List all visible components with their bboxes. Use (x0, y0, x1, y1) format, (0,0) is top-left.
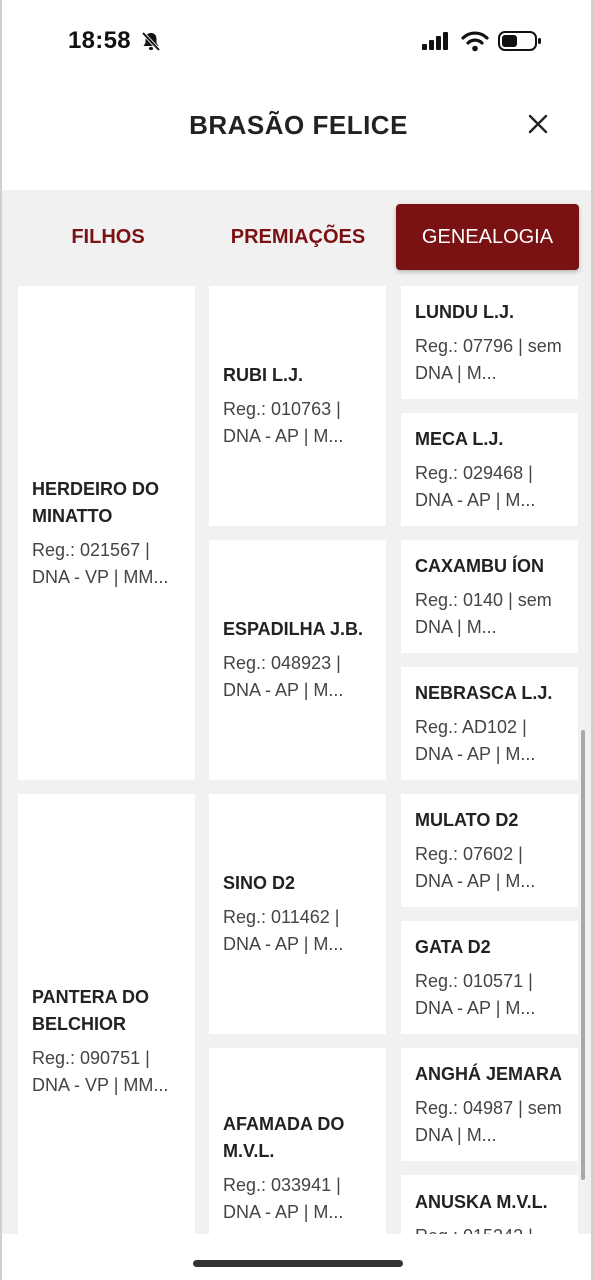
animal-name: ESPADILHA J.B. (223, 619, 364, 639)
animal-info: Reg.: 04987 | sem DNA | M... (415, 1097, 562, 1145)
genealogy-tree[interactable]: HERDEIRO DO MINATTO Reg.: 021567 | DNA -… (2, 286, 591, 1234)
grandparent-card[interactable]: ESPADILHA J.B. Reg.: 048923 | DNA - AP |… (209, 540, 386, 780)
animal-name: ANGHÁ JEMARA (415, 1063, 563, 1084)
animal-info: Reg.: 021567 | DNA - VP | MM... (32, 539, 169, 587)
animal-name: NEBRASCA L.J. (415, 682, 553, 703)
app-frame: 18:58 BRASÃO FELICE FILHOS PREMIAÇÕES GE… (0, 0, 593, 1280)
great-grandparent-card[interactable]: NEBRASCA L.J. Reg.: AD102 | DNA - AP | M… (401, 667, 578, 780)
parent-card[interactable]: PANTERA DO BELCHIOR Reg.: 090751 | DNA -… (18, 794, 195, 1234)
bell-muted-icon (140, 30, 162, 52)
great-grandparent-card[interactable]: MECA L.J. Reg.: 029468 | DNA - AP | M... (401, 413, 578, 526)
parent-card[interactable]: HERDEIRO DO MINATTO Reg.: 021567 | DNA -… (18, 286, 195, 780)
grandparent-card[interactable]: RUBI L.J. Reg.: 010763 | DNA - AP | M... (209, 286, 386, 526)
close-button[interactable] (522, 108, 554, 140)
animal-name: HERDEIRO DO MINATTO (32, 478, 160, 526)
grandparent-card[interactable]: AFAMADA DO M.V.L. Reg.: 033941 | DNA - A… (209, 1048, 386, 1234)
animal-info: Reg.: 015242 | DNA - AP | M... (415, 1223, 564, 1234)
great-grandparent-card[interactable]: LUNDU L.J. Reg.: 07796 | sem DNA | M... (401, 286, 578, 399)
great-grandparent-card[interactable]: ANUSKA M.V.L. Reg.: 015242 | DNA - AP | … (401, 1175, 578, 1234)
wifi-icon (461, 30, 489, 57)
animal-name: RUBI L.J. (223, 365, 304, 385)
tab-filhos[interactable]: FILHOS (20, 204, 196, 270)
animal-info: Reg.: 011462 | DNA - AP | M... (223, 907, 344, 954)
vertical-scrollbar[interactable] (581, 730, 585, 1180)
tab-premiacoes[interactable]: PREMIAÇÕES (210, 204, 386, 270)
status-bar: 18:58 (2, 0, 591, 84)
animal-name: ANUSKA M.V.L. (415, 1192, 548, 1212)
animal-name: LUNDU L.J. (415, 301, 514, 322)
status-time: 18:58 (68, 27, 131, 54)
grandparent-card[interactable]: SINO D2 Reg.: 011462 | DNA - AP | M... (209, 794, 386, 1034)
animal-name: PANTERA DO BELCHIOR (32, 986, 149, 1034)
animal-name: MECA L.J. (415, 428, 504, 449)
animal-info: Reg.: 07796 | sem DNA | M... (415, 335, 562, 383)
animal-info: Reg.: 048923 | DNA - AP | M... (223, 653, 344, 700)
great-grandparent-card[interactable]: CAXAMBU ÍON Reg.: 0140 | sem DNA | M... (401, 540, 578, 653)
battery-icon (498, 30, 542, 57)
home-indicator[interactable] (193, 1260, 403, 1267)
animal-name: CAXAMBU ÍON (415, 555, 544, 576)
animal-info: Reg.: 033941 | DNA - AP | M... (223, 1174, 344, 1222)
bottom-area (2, 1234, 591, 1280)
cellular-signal-icon (422, 32, 450, 55)
great-grandparent-card[interactable]: MULATO D2 Reg.: 07602 | DNA - AP | M... (401, 794, 578, 907)
great-grandparent-card[interactable]: ANGHÁ JEMARA Reg.: 04987 | sem DNA | M..… (401, 1048, 578, 1161)
animal-name: SINO D2 (223, 873, 296, 893)
animal-info: Reg.: AD102 | DNA - AP | M... (415, 716, 536, 764)
animal-info: Reg.: 090751 | DNA - VP | MM... (32, 1047, 169, 1095)
animal-info: Reg.: 07602 | DNA - AP | M... (415, 843, 536, 891)
animal-info: Reg.: 010763 | DNA - AP | M... (223, 399, 344, 446)
modal-header: BRASÃO FELICE (2, 84, 591, 190)
animal-info: Reg.: 010571 | DNA - AP | M... (415, 970, 536, 1018)
tab-genealogia[interactable]: GENEALOGIA (396, 204, 579, 270)
animal-name: AFAMADA DO M.V.L. (223, 1113, 345, 1161)
animal-info: Reg.: 029468 | DNA - AP | M... (415, 462, 536, 510)
close-icon (528, 114, 548, 134)
page-title: BRASÃO FELICE (189, 110, 408, 140)
animal-name: GATA D2 (415, 936, 491, 957)
tab-bar: FILHOS PREMIAÇÕES GENEALOGIA (2, 190, 591, 286)
great-grandparent-card[interactable]: GATA D2 Reg.: 010571 | DNA - AP | M... (401, 921, 578, 1034)
animal-name: MULATO D2 (415, 809, 519, 830)
animal-info: Reg.: 0140 | sem DNA | M... (415, 589, 552, 637)
